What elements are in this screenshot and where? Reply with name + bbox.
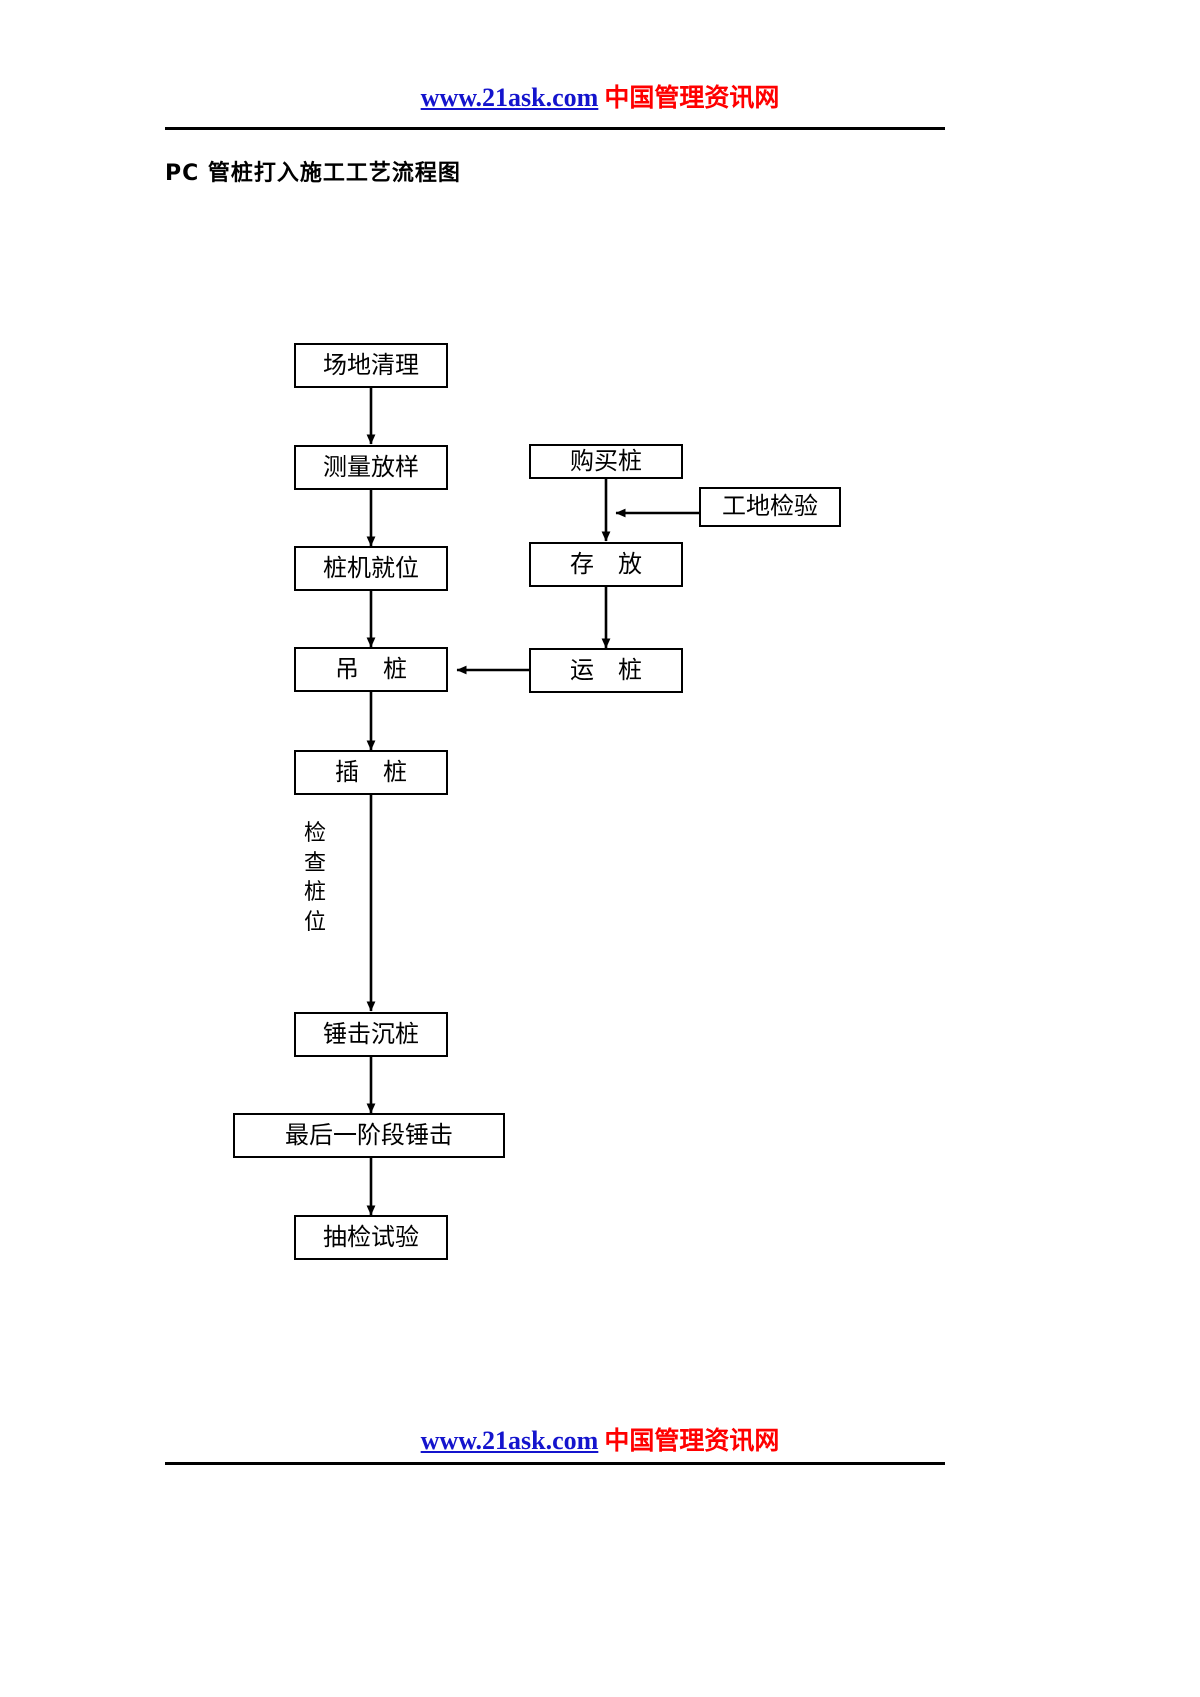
flow-node-site-inspection[interactable]: 工地检验 — [699, 487, 841, 527]
flow-node-survey-setout[interactable]: 测量放样 — [294, 445, 448, 490]
footer-divider — [165, 1462, 945, 1465]
header-site-url[interactable]: www.21ask.com — [421, 83, 599, 112]
flow-node-lift-pile[interactable]: 吊 桩 — [294, 647, 448, 692]
flow-node-insert-pile[interactable]: 插 桩 — [294, 750, 448, 795]
flow-node-site-clearing[interactable]: 场地清理 — [294, 343, 448, 388]
flow-node-hammer-sinking[interactable]: 锤击沉桩 — [294, 1012, 448, 1057]
footer-site-name: 中国管理资讯网 — [604, 1426, 780, 1455]
header-banner-text: www.21ask.com 中国管理资讯网 — [0, 78, 1200, 114]
flow-node-storage[interactable]: 存 放 — [529, 542, 683, 587]
footer-banner-text: www.21ask.com 中国管理资讯网 — [0, 1421, 1200, 1457]
flow-node-transport-pile[interactable]: 运 桩 — [529, 648, 683, 693]
flow-node-final-hammering[interactable]: 最后一阶段锤击 — [233, 1113, 505, 1158]
header-divider — [165, 127, 945, 130]
page-footer: www.21ask.com 中国管理资讯网 — [0, 1421, 1200, 1457]
flow-node-buy-pile[interactable]: 购买桩 — [529, 444, 683, 479]
flow-node-rig-in-position[interactable]: 桩机就位 — [294, 546, 448, 591]
header-site-name: 中国管理资讯网 — [604, 83, 780, 112]
flow-node-sampling-test[interactable]: 抽检试验 — [294, 1215, 448, 1260]
page-title: PC 管桩打入施工工艺流程图 — [165, 161, 461, 186]
flow-annotation-check-pile-position: 检查桩位 — [303, 820, 326, 935]
footer-site-url[interactable]: www.21ask.com — [421, 1426, 599, 1455]
page-header: www.21ask.com 中国管理资讯网 — [0, 78, 1200, 114]
